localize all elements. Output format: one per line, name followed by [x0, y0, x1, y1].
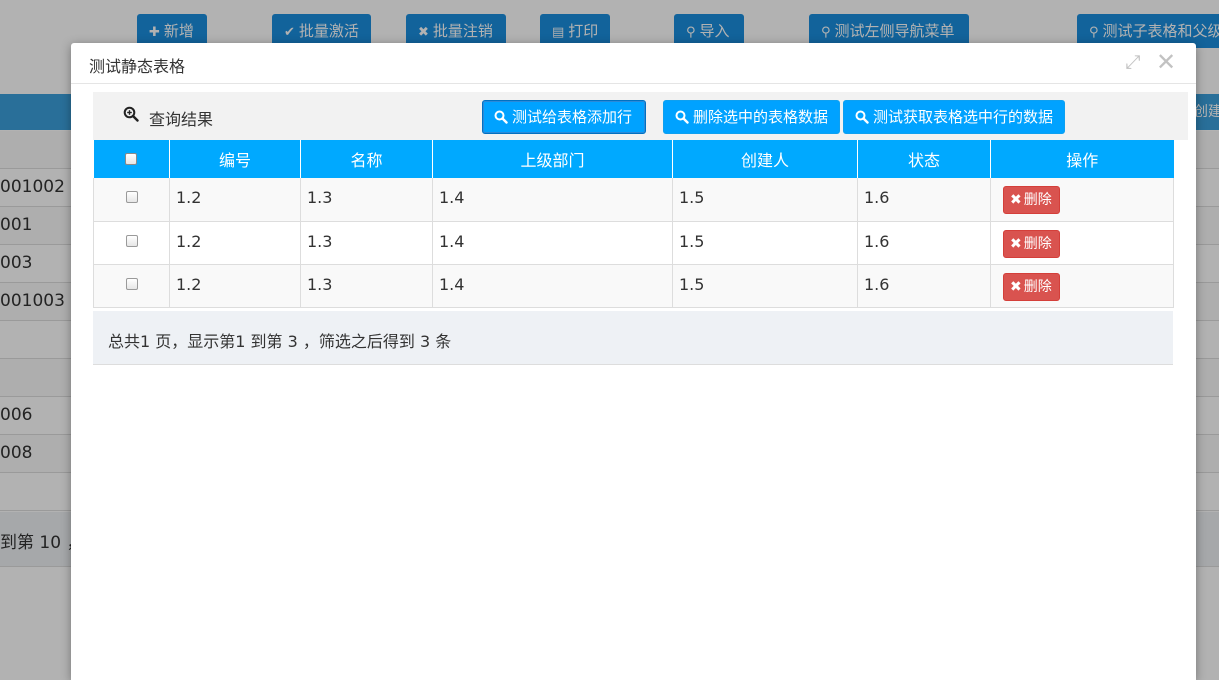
- pagination-text: 总共1 页，显示第1 到第 3 ，筛选之后得到 3 条: [108, 332, 452, 351]
- cell-code: 1.2: [169, 178, 301, 222]
- cell-actions: ✖ 删除: [990, 178, 1174, 222]
- cell-status: 1.6: [857, 264, 991, 308]
- cell-name: 1.3: [300, 221, 433, 265]
- remove-icon: ✖: [1010, 192, 1022, 208]
- table-header-row: 编号 名称 上级部门 创建人 状态 操作: [93, 140, 1174, 178]
- column-header-actions: 操作: [990, 140, 1174, 178]
- cell-parent-department: 1.4: [432, 221, 673, 265]
- query-result-label: 查询结果: [149, 110, 214, 129]
- cell-creator: 1.5: [672, 264, 858, 308]
- delete-row-button[interactable]: ✖ 删除: [1003, 186, 1060, 214]
- column-header-status[interactable]: 状态: [857, 140, 991, 178]
- cell-code: 1.2: [169, 221, 301, 265]
- search-icon: [855, 110, 869, 124]
- remove-icon: ✖: [1010, 278, 1022, 295]
- cell-creator: 1.5: [672, 221, 858, 265]
- cell-actions: ✖ 删除: [990, 264, 1174, 308]
- expand-icon[interactable]: ⤢: [1123, 52, 1143, 72]
- row-checkbox[interactable]: [125, 234, 138, 247]
- row-checkbox[interactable]: [125, 191, 138, 203]
- close-icon[interactable]: ✕: [1156, 50, 1176, 74]
- static-data-table: 编号 名称 上级部门 创建人 状态 操作 1.2 1.3 1.4 1.5 1.6…: [93, 140, 1174, 308]
- query-result-panel: 查询结果 测试给表格添加行 删除选中的表格数据 测试获取表格选中行的数据: [93, 92, 1188, 140]
- cell-code: 1.2: [169, 264, 301, 308]
- delete-row-button[interactable]: ✖ 删除: [1003, 272, 1060, 301]
- dialog-header: 测试静态表格 ⤢ ✕: [71, 43, 1196, 84]
- column-header-parent-department[interactable]: 上级部门: [432, 140, 673, 178]
- delete-row-button[interactable]: ✖ 删除: [1003, 229, 1060, 258]
- column-header-name[interactable]: 名称: [300, 140, 433, 178]
- cell-status: 1.6: [857, 178, 991, 222]
- get-selected-rows-button[interactable]: 测试获取表格选中行的数据: [843, 100, 1065, 134]
- row-select-cell: [93, 264, 170, 308]
- select-all-header: [93, 140, 170, 178]
- add-table-row-button[interactable]: 测试给表格添加行: [482, 100, 646, 134]
- cell-name: 1.3: [300, 264, 433, 308]
- search-icon: [675, 110, 689, 124]
- table-row[interactable]: 1.2 1.3 1.4 1.5 1.6 ✖ 删除: [93, 221, 1174, 265]
- search-zoom-icon: [123, 106, 139, 122]
- cell-actions: ✖ 删除: [990, 221, 1174, 265]
- column-header-creator[interactable]: 创建人: [672, 140, 858, 178]
- table-row[interactable]: 1.2 1.3 1.4 1.5 1.6 ✖ 删除: [93, 264, 1174, 308]
- pagination-info: 总共1 页，显示第1 到第 3 ，筛选之后得到 3 条: [93, 311, 1173, 365]
- table-row[interactable]: 1.2 1.3 1.4 1.5 1.6 ✖ 删除: [93, 178, 1174, 222]
- cell-status: 1.6: [857, 221, 991, 265]
- remove-icon: ✖: [1010, 235, 1022, 252]
- cell-parent-department: 1.4: [432, 178, 673, 222]
- select-all-checkbox[interactable]: [125, 152, 138, 165]
- static-table-dialog: 测试静态表格 ⤢ ✕ 查询结果 测试给表格添加行 删除选中的表格数据 测试获取表…: [71, 43, 1196, 680]
- row-select-cell: [93, 178, 170, 222]
- dialog-title: 测试静态表格: [89, 57, 186, 76]
- delete-selected-rows-button[interactable]: 删除选中的表格数据: [663, 100, 840, 134]
- row-checkbox[interactable]: [125, 277, 138, 290]
- cell-parent-department: 1.4: [432, 264, 673, 308]
- row-select-cell: [93, 221, 170, 265]
- search-icon: [494, 110, 508, 124]
- cell-creator: 1.5: [672, 178, 858, 222]
- column-header-code[interactable]: 编号: [169, 140, 301, 178]
- cell-name: 1.3: [300, 178, 433, 222]
